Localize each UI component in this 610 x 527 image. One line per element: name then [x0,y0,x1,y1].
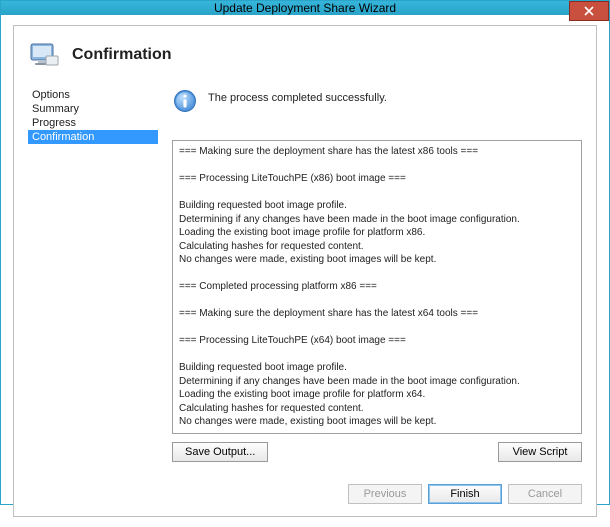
view-script-button[interactable]: View Script [498,442,582,462]
body-row: Options Summary Progress Confirmation [14,78,596,472]
wizard-window: Update Deployment Share Wizard Confirmat… [0,0,610,505]
window-title: Update Deployment Share Wizard [214,1,396,15]
titlebar: Update Deployment Share Wizard [1,1,609,15]
info-icon [172,88,198,114]
wizard-footer: Previous Finish Cancel [14,472,596,516]
header-row: Confirmation [14,26,596,78]
cancel-button: Cancel [508,484,582,504]
status-row: The process completed successfully. [172,88,582,114]
page-title: Confirmation [72,46,172,64]
status-message: The process completed successfully. [208,92,387,104]
monitor-icon [28,40,60,72]
previous-button: Previous [348,484,422,504]
nav-item-confirmation[interactable]: Confirmation [28,130,158,144]
nav-item-summary[interactable]: Summary [28,102,158,116]
nav-item-options[interactable]: Options [28,88,158,102]
nav-item-progress[interactable]: Progress [28,116,158,130]
save-output-button[interactable]: Save Output... [172,442,268,462]
close-icon [584,6,594,16]
wizard-nav: Options Summary Progress Confirmation [28,88,158,462]
content-panel: Confirmation Options Summary Progress Co… [13,25,597,517]
log-output[interactable]: === Making sure the deployment share has… [172,140,582,434]
main-area: The process completed successfully. === … [172,88,582,462]
inner-frame: Confirmation Options Summary Progress Co… [1,15,609,527]
finish-button[interactable]: Finish [428,484,502,504]
action-row: Save Output... View Script [172,442,582,462]
close-button[interactable] [569,1,609,21]
